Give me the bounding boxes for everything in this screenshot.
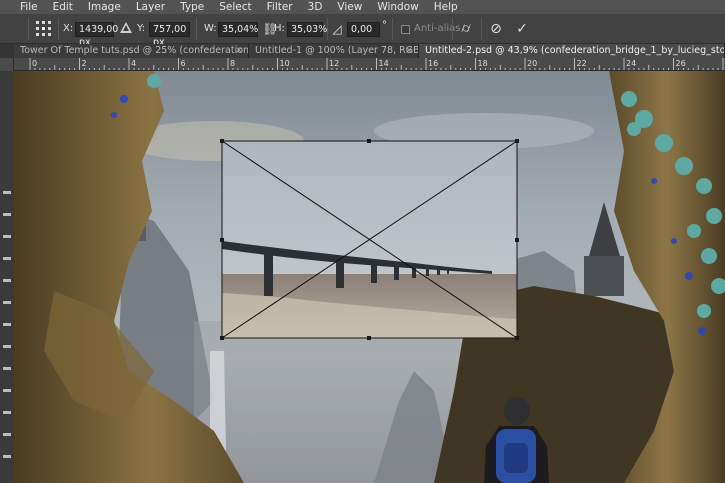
ruler-label: 20 xyxy=(527,59,537,68)
menu-edit[interactable]: Edit xyxy=(53,0,73,14)
h-label: H: xyxy=(274,23,285,34)
temple-tower xyxy=(584,256,624,296)
commit-checkmark-icon[interactable]: ✓ xyxy=(513,20,531,38)
anti-alias-checkbox[interactable] xyxy=(401,25,410,34)
ruler-ticks: 0 2 4 6 8 10 12 14 16 18 20 22 24 26 xyxy=(29,58,724,70)
document-tab-bar: Tower Of Temple tuts.psd @ 25% (confeder… xyxy=(0,44,725,58)
menu-file[interactable]: File xyxy=(20,0,38,14)
ruler-label: 4 xyxy=(131,59,136,68)
width-percent-field[interactable]: 35,04% xyxy=(218,22,258,37)
options-separator xyxy=(481,18,482,40)
rotation-angle-field[interactable]: 0,00 xyxy=(347,22,380,37)
tab-untitled-2[interactable]: Untitled-2.psd @ 43,9% (confederation_br… xyxy=(419,44,725,58)
hiker-backpack-pocket xyxy=(504,443,528,473)
options-separator xyxy=(28,18,29,40)
height-percent-field[interactable]: 35,03% xyxy=(287,22,327,37)
tool-icon[interactable] xyxy=(3,367,11,370)
tool-icon[interactable] xyxy=(3,191,11,194)
ruler-label: 12 xyxy=(329,59,339,68)
horizontal-ruler[interactable]: 0 2 4 6 8 10 12 14 16 18 20 22 24 26 xyxy=(14,58,725,71)
options-separator xyxy=(58,18,59,40)
tab-label: Tower Of Temple tuts.psd @ 25% (confeder… xyxy=(20,45,249,56)
artwork-composition xyxy=(14,71,725,483)
angle-icon: ◿ xyxy=(332,22,342,36)
transformed-bridge-layer xyxy=(220,139,519,340)
menu-help[interactable]: Help xyxy=(434,0,458,14)
w-label: W: xyxy=(204,23,217,34)
delta-icon[interactable] xyxy=(120,22,132,33)
x-label: X: xyxy=(63,23,74,34)
tool-icon[interactable] xyxy=(3,323,11,326)
ruler-label: 16 xyxy=(428,59,438,68)
menu-window[interactable]: Window xyxy=(377,0,418,14)
cancel-icon[interactable]: ⊘ xyxy=(487,20,505,38)
tool-icon[interactable] xyxy=(3,213,11,216)
tool-icon[interactable] xyxy=(3,433,11,436)
close-icon[interactable]: × xyxy=(235,44,243,58)
options-bar: X: 1439,00 px Y: 757,00 px W: 35,04% ⛓ H… xyxy=(0,14,725,48)
tool-icon[interactable] xyxy=(3,279,11,282)
menu-select[interactable]: Select xyxy=(219,0,251,14)
tab-label: Untitled-2.psd @ 43,9% (confederation_br… xyxy=(425,45,725,56)
warp-icon[interactable]: ⌭ xyxy=(457,20,475,38)
options-separator xyxy=(196,18,197,40)
menu-view[interactable]: View xyxy=(337,0,362,14)
y-position-field[interactable]: 757,00 px xyxy=(149,22,190,48)
anti-alias-label: Anti-alias xyxy=(414,23,461,34)
ruler-label: 18 xyxy=(478,59,488,68)
close-icon[interactable]: × xyxy=(405,44,413,58)
ruler-label: 26 xyxy=(676,59,686,68)
options-separator xyxy=(452,18,453,40)
tool-icon[interactable] xyxy=(3,257,11,260)
ruler-label: 6 xyxy=(181,59,186,68)
tab-label: Untitled-1 @ 100% (Layer 78, RGB/... xyxy=(255,45,419,56)
menu-layer[interactable]: Layer xyxy=(136,0,165,14)
hiker-head xyxy=(504,397,530,425)
y-label: Y: xyxy=(137,23,146,34)
degree-unit: ° xyxy=(382,20,387,31)
menu-type[interactable]: Type xyxy=(180,0,204,14)
ruler-label: 0 xyxy=(32,59,37,68)
reference-point-grid-icon[interactable] xyxy=(36,21,52,37)
menu-3d[interactable]: 3D xyxy=(308,0,323,14)
tool-icon[interactable] xyxy=(3,345,11,348)
x-position-field[interactable]: 1439,00 px xyxy=(75,22,118,48)
document-canvas[interactable] xyxy=(14,71,725,483)
ruler-label: 8 xyxy=(230,59,235,68)
ruler-label: 24 xyxy=(626,59,636,68)
tool-icon[interactable] xyxy=(3,411,11,414)
ruler-label: 22 xyxy=(577,59,587,68)
menu-filter[interactable]: Filter xyxy=(267,0,293,14)
menu-bar: File Edit Image Layer Type Select Filter… xyxy=(0,0,725,14)
tab-untitled-1[interactable]: Untitled-1 @ 100% (Layer 78, RGB/... × xyxy=(249,44,419,58)
tools-panel xyxy=(0,71,14,483)
tool-icon[interactable] xyxy=(3,455,11,458)
menu-image[interactable]: Image xyxy=(88,0,121,14)
tool-icon[interactable] xyxy=(3,235,11,238)
ruler-label: 10 xyxy=(280,59,290,68)
options-separator xyxy=(392,18,393,40)
tool-icon[interactable] xyxy=(3,301,11,304)
ruler-label: 14 xyxy=(379,59,389,68)
tool-icon[interactable] xyxy=(3,389,11,392)
ruler-label: 2 xyxy=(82,59,87,68)
tab-tower-of-temple[interactable]: Tower Of Temple tuts.psd @ 25% (confeder… xyxy=(14,44,249,58)
